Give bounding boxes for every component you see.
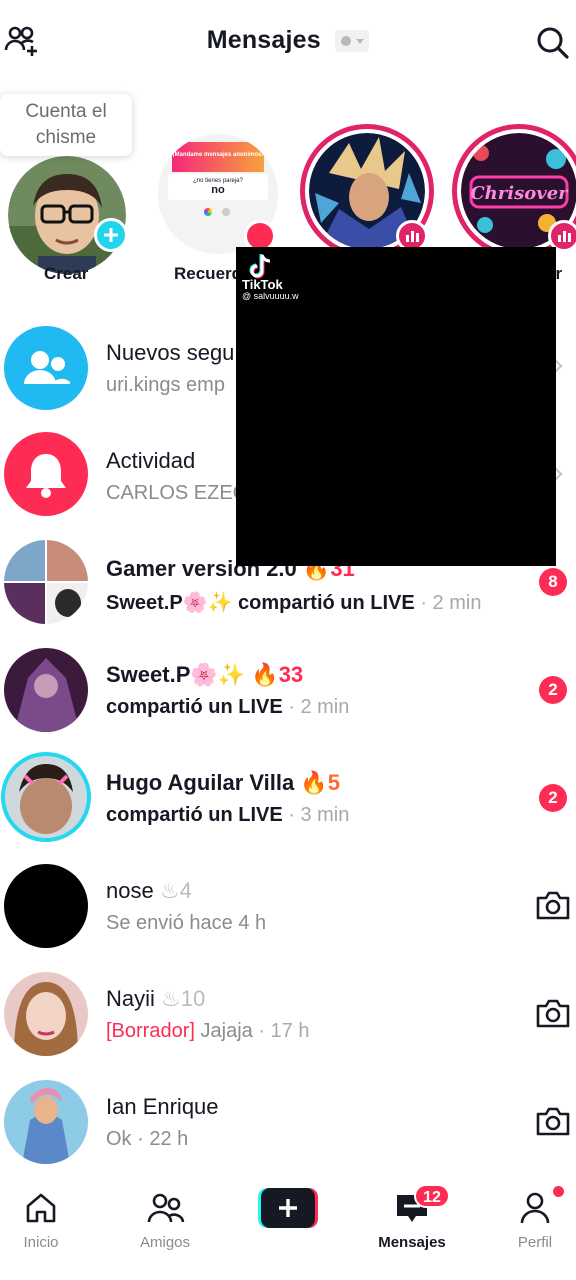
row-name: nose [106,878,154,903]
row-name: Nayii [106,986,155,1011]
unread-badge: 2 [539,784,567,812]
caret-down-icon [356,38,365,44]
create-plus-button[interactable] [258,1188,318,1228]
row-preview: compartió un LIVE [106,696,283,718]
story-art-text: Chrisover [470,183,569,204]
story-label-create: Crear [44,264,89,283]
row-time: · 3 min [288,804,350,826]
friends-icon [147,1193,185,1223]
create-tooltip: Cuenta el chisme [0,94,132,156]
nav-home[interactable]: Inicio [0,1186,91,1266]
camera-icon[interactable] [534,996,572,1030]
nav-label-friends: Amigos [139,1234,191,1251]
bell-icon [26,454,66,498]
row-name: Actividad [106,448,196,473]
group-avatar [4,540,88,624]
streak-count: 10 [180,986,206,1011]
add-story-button[interactable] [94,218,128,252]
flame-icon: 🔥 [300,770,328,795]
header: Mensajes [0,0,576,86]
unread-badge: 8 [539,568,567,596]
status-dropdown[interactable] [335,29,370,52]
draft-label: [Borrador] [106,1020,195,1042]
row-preview: CARLOS EZEQ [106,482,249,504]
followers-avatar [4,326,88,410]
camera-icon[interactable] [534,888,572,922]
row-name: Sweet.P🌸✨ [106,662,246,687]
avatar [4,1080,88,1164]
story-label-memory: Recuerd [174,264,243,283]
profile-icon [520,1192,550,1224]
row-preview: Jajaja [200,1020,253,1042]
streak-count: 33 [278,662,304,687]
video-overlay[interactable]: TikTok @ salvuuuu.w [236,247,556,566]
row-time: · 2 min [420,592,482,614]
messages-badge: 12 [414,1184,450,1208]
plus-icon [104,228,118,242]
avatar [1,752,91,842]
list-item-hugo[interactable]: Hugo Aguilar Villa 🔥5 compartió un LIVE … [0,744,576,852]
nav-friends[interactable]: Amigos [115,1186,215,1266]
unread-badge: 2 [539,676,567,704]
row-preview: compartió un LIVE [106,804,283,826]
nav-label-messages: Mensajes [378,1234,446,1251]
flame-icon: ♨ [159,878,180,903]
camera-icon[interactable] [534,1104,572,1138]
nav-profile[interactable]: Perfil [485,1186,576,1266]
profile-notification-dot [553,1186,564,1197]
list-item-ian[interactable]: Ian Enrique Ok · 22 h [0,1068,576,1176]
list-item-sweetp[interactable]: Sweet.P🌸✨ 🔥33 compartió un LIVE · 2 min … [0,636,576,744]
nav-label-home: Inicio [23,1234,59,1251]
people-icon [24,351,70,384]
page-title: Mensajes [206,26,321,54]
nav-label-profile: Perfil [517,1234,553,1251]
row-time: · 17 h [258,1020,310,1042]
row-time: · 2 min [288,696,350,718]
streak-count: 4 [179,878,192,903]
row-name: Hugo Aguilar Villa [106,770,295,795]
row-preview: Ok · 22 h [106,1128,189,1150]
row-preview: Se envió hace 4 h [106,912,267,934]
streak-count: 5 [327,770,341,795]
avatar [4,864,88,948]
row-name: Ian Enrique [106,1094,219,1119]
flame-icon: ♨ [161,986,181,1011]
activity-avatar [4,432,88,516]
avatar [8,156,126,274]
home-icon [26,1193,56,1223]
video-brand: TikTok [242,277,283,292]
avatar [4,648,88,732]
list-item-nose[interactable]: nose ♨4 Se envió hace 4 h [0,852,576,960]
row-preview: uri.kings emp [106,374,225,396]
video-username: @ salvuuuu.w [242,291,299,301]
flame-icon: 🔥 [251,662,279,687]
avatar [4,972,88,1056]
row-preview: Sweet.P🌸✨ compartió un LIVE [106,592,415,614]
list-item-nayii[interactable]: Nayii ♨10 [Borrador] Jajaja · 17 h [0,960,576,1068]
row-name: Nuevos segu [106,340,235,365]
search-icon[interactable] [534,24,572,62]
